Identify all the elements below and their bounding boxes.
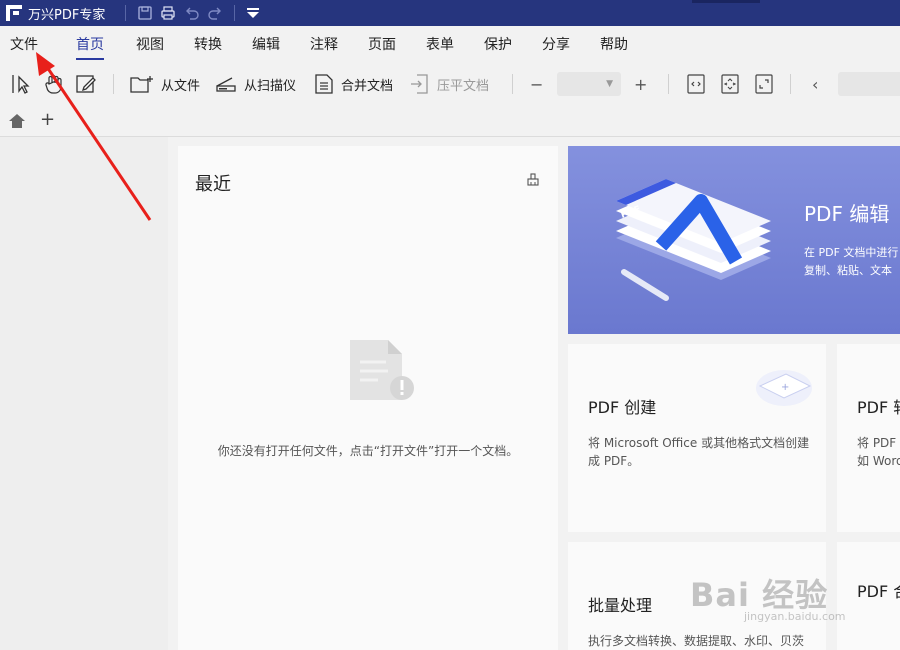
menu-view[interactable]: 视图	[136, 34, 164, 58]
app-logo-icon	[6, 5, 22, 21]
pdf-convert-description: 将 PDF 转 如 Word	[857, 434, 900, 470]
hand-tool-button[interactable]	[42, 72, 66, 96]
folder-add-icon	[130, 76, 153, 93]
batch-process-description: 执行多文档转换、数据提取、水印、贝茨	[588, 632, 804, 650]
toolbar-divider	[668, 74, 669, 94]
new-tab-button[interactable]: +	[40, 109, 55, 130]
select-cursor-icon	[12, 75, 30, 94]
scanner-icon	[216, 77, 236, 92]
home-icon	[9, 114, 25, 128]
actual-size-icon	[755, 74, 773, 94]
redo-icon[interactable]	[206, 4, 224, 22]
titlebar-divider	[234, 5, 235, 21]
menu-protect[interactable]: 保护	[484, 34, 512, 58]
fit-width-icon	[687, 74, 705, 94]
menu-file[interactable]: 文件	[10, 34, 38, 58]
pdf-convert-card[interactable]: PDF 转 将 PDF 转 如 Word	[837, 344, 900, 532]
menu-bar: 文件 首页 视图 转换 编辑 注释 页面 表单 保护 分享 帮助	[0, 26, 900, 62]
from-file-button[interactable]: 从文件	[129, 72, 200, 96]
empty-document-icon	[348, 338, 418, 412]
clear-recent-button[interactable]	[526, 172, 540, 191]
zoom-in-button[interactable]: +	[634, 72, 647, 96]
flatten-document-icon	[411, 74, 428, 94]
flatten-documents-button[interactable]: 压平文档	[409, 72, 489, 96]
select-tool-button[interactable]	[10, 72, 34, 96]
pdf-combine-title: PDF 合	[857, 582, 900, 601]
broom-icon	[527, 173, 539, 186]
pdf-convert-title: PDF 转	[857, 398, 900, 417]
batch-process-title: 批量处理	[588, 596, 653, 615]
pdf-create-icon: +	[754, 360, 814, 414]
previous-page-button[interactable]: ‹	[812, 72, 818, 96]
merge-documents-button[interactable]: 合并文档	[313, 72, 393, 96]
titlebar-divider	[125, 5, 126, 21]
pdf-edit-desc-line-2: 复制、粘贴、文本	[804, 264, 892, 277]
fit-page-icon	[721, 74, 739, 94]
home-tab[interactable]	[8, 113, 26, 133]
toolbar-divider	[790, 74, 791, 94]
fit-width-button[interactable]	[686, 72, 706, 96]
document-tab-row: +	[0, 106, 900, 137]
menu-comment[interactable]: 注释	[310, 34, 338, 58]
pdf-create-title: PDF 创建	[588, 398, 657, 417]
pdf-convert-desc-line-1: 将 PDF 转	[857, 436, 900, 450]
quick-access-menu-icon[interactable]	[244, 4, 262, 22]
menu-form[interactable]: 表单	[426, 34, 454, 58]
chevron-down-icon: ▼	[606, 79, 613, 89]
undo-icon[interactable]	[183, 4, 201, 22]
save-icon[interactable]	[136, 4, 154, 22]
menu-edit[interactable]: 编辑	[252, 34, 280, 58]
pdf-create-description: 将 Microsoft Office 或其他格式文档创建 成 PDF。	[588, 434, 809, 470]
zoom-out-button[interactable]: −	[530, 72, 543, 96]
menu-help[interactable]: 帮助	[600, 34, 628, 58]
actual-size-button[interactable]	[754, 72, 774, 96]
pdf-stack-illustration-icon: PDF	[606, 176, 776, 310]
pdf-edit-description: 在 PDF 文档中进行 复制、粘贴、文本	[804, 244, 898, 280]
print-icon[interactable]	[159, 4, 177, 22]
batch-process-card[interactable]: 批量处理 执行多文档转换、数据提取、水印、贝茨	[568, 542, 826, 650]
fit-page-button[interactable]	[720, 72, 740, 96]
toolbar-divider	[512, 74, 513, 94]
from-scanner-button[interactable]: 从扫描仪	[214, 72, 296, 96]
recent-title: 最近	[195, 174, 231, 195]
merge-documents-label: 合并文档	[341, 78, 394, 94]
recent-files-panel: 最近 你还没有打开任何文件，点击“打开文件”打开一个文档。	[178, 146, 558, 650]
menu-home[interactable]: 首页	[76, 34, 104, 60]
pdf-create-card[interactable]: + PDF 创建 将 Microsoft Office 或其他格式文档创建 成 …	[568, 344, 826, 532]
menu-convert[interactable]: 转换	[194, 34, 222, 58]
edit-tool-button[interactable]	[74, 72, 98, 96]
batch-desc-line-1: 执行多文档转换、数据提取、水印、贝茨	[588, 634, 805, 648]
pdf-convert-desc-line-2: 如 Word	[857, 454, 900, 468]
edit-icon	[76, 75, 96, 93]
left-sidebar	[0, 137, 168, 650]
pdf-create-desc-line-2: 成 PDF。	[588, 454, 640, 468]
titlebar-tab-strip	[692, 0, 760, 3]
hand-icon	[45, 74, 62, 94]
page-number-input[interactable]	[838, 72, 900, 96]
merge-document-icon	[315, 74, 333, 94]
empty-recent-message: 你还没有打开任何文件，点击“打开文件”打开一个文档。	[217, 444, 519, 458]
from-scanner-label: 从扫描仪	[244, 78, 297, 94]
menu-share[interactable]: 分享	[542, 34, 570, 58]
flatten-documents-label: 压平文档	[437, 78, 490, 94]
pdf-combine-card[interactable]: PDF 合	[837, 542, 900, 650]
pdf-edit-desc-line-1: 在 PDF 文档中进行	[804, 246, 899, 259]
from-file-label: 从文件	[161, 78, 201, 94]
pdf-edit-banner[interactable]: PDF PDF 编辑 在 PDF 文档中进行 复制、粘贴、文本	[568, 146, 900, 334]
app-title: 万兴PDF专家	[28, 8, 106, 23]
menu-page[interactable]: 页面	[368, 34, 396, 58]
pdf-edit-title: PDF 编辑	[804, 202, 890, 226]
svg-text:+: +	[781, 382, 789, 393]
pdf-create-desc-line-1: 将 Microsoft Office 或其他格式文档创建	[588, 436, 810, 450]
title-bar: 万兴PDF专家	[0, 0, 900, 26]
toolbar: 从文件 从扫描仪 合并文档 压平文档 − + ‹	[0, 62, 900, 106]
toolbar-divider	[113, 74, 114, 94]
zoom-level-select[interactable]: ▼	[557, 72, 621, 96]
